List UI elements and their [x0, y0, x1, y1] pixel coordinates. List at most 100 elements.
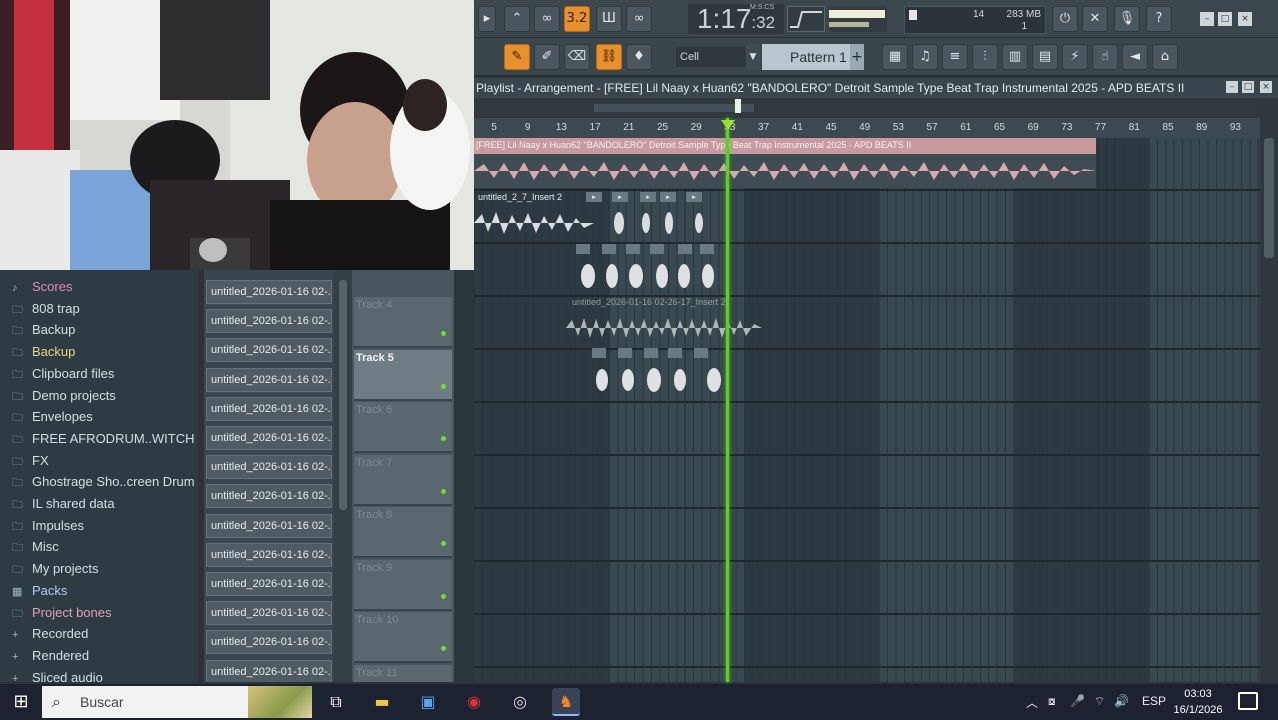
browser-folder-item[interactable]: 🗀 IL shared data — [12, 493, 115, 514]
file-item[interactable]: untitled_2026-01-16 02-... — [206, 572, 332, 596]
playlist-vertical-scrollbar[interactable] — [1260, 98, 1278, 682]
store-icon[interactable]: ▣ — [414, 688, 442, 716]
long-clip-waveform[interactable] — [566, 310, 762, 346]
browser-folder-item[interactable]: 🗀 Clipboard files — [12, 363, 114, 384]
online-icon[interactable]: ⏻ — [1052, 6, 1078, 32]
pattern-dropdown-arrow[interactable]: ▼ — [746, 44, 760, 70]
obs-icon[interactable]: ◎ — [506, 688, 534, 716]
file-item[interactable]: untitled_2026-01-16 02-... — [206, 338, 332, 363]
browser-folder-item[interactable]: 🗀 Ghostrage Sho..creen Drum Kit — [12, 471, 198, 492]
pattern-selector[interactable]: Pattern 1 — [762, 44, 852, 70]
browser-folder-item[interactable]: 🗀 Backup — [12, 341, 75, 362]
wait-input-button[interactable]: ∞ — [534, 6, 560, 32]
song-position-marker[interactable] — [735, 99, 741, 113]
link-tool-button[interactable]: ⛓ — [596, 44, 622, 70]
clip-marker[interactable]: ▸ — [640, 192, 656, 202]
plugin-icon[interactable]: ⚡ — [1062, 44, 1088, 70]
file-item[interactable]: untitled_2026-01-16 02-... — [206, 513, 332, 538]
track-header[interactable]: Track 7 — [354, 454, 452, 506]
track-header[interactable]: Track 11 — [354, 664, 452, 682]
minimize-icon[interactable]: – — [1200, 12, 1214, 26]
chop-clips-row-5[interactable] — [590, 348, 724, 396]
playhead[interactable] — [726, 118, 729, 682]
draw-tool-button[interactable]: ✎ — [504, 44, 530, 70]
snap-select[interactable]: Cell — [676, 47, 746, 67]
track-enable-led[interactable] — [441, 541, 446, 546]
track-enable-led[interactable] — [441, 331, 446, 336]
tempo-mode-button[interactable]: 3.2 — [564, 6, 590, 32]
clip-marker[interactable]: ▸ — [686, 192, 702, 202]
playhead-marker-icon[interactable] — [721, 120, 735, 130]
file-item[interactable]: untitled_2026-01-16 02-... — [206, 601, 332, 626]
file-list-scrollbar[interactable] — [334, 270, 352, 682]
touch-icon[interactable]: ☝ — [1092, 44, 1118, 70]
stamp-tool-button[interactable]: ♦ — [626, 44, 652, 70]
file-item[interactable]: untitled_2026-01-16 02-... — [206, 426, 332, 450]
tray-volume-icon[interactable]: 🔊 — [1114, 694, 1129, 708]
metronome-button[interactable]: ⌃ — [504, 6, 530, 32]
track-enable-led[interactable] — [441, 593, 446, 599]
track-header[interactable]: Track 10 — [354, 612, 452, 663]
file-item[interactable]: untitled_2026-01-16 02-... — [206, 630, 332, 655]
file-item[interactable]: untitled_2026-01-16 02-... — [206, 484, 332, 509]
file-item[interactable]: untitled_2026-01-16 02-... — [206, 396, 332, 421]
channel-rack-icon[interactable]: ≡ — [942, 44, 968, 70]
browser-folder-item[interactable]: + Sliced audio — [12, 667, 103, 682]
file-item[interactable]: untitled_2026-01-16 02-... — [206, 280, 332, 304]
taskbar-clock[interactable]: 03:03 16/1/2026 — [1172, 686, 1224, 718]
piano-roll-icon[interactable]: ♫ — [912, 44, 938, 70]
browser-folder-item[interactable]: 🗀 Envelopes — [12, 406, 93, 427]
opera-icon[interactable]: ◉ — [460, 688, 488, 716]
master-volume-meter[interactable] — [829, 6, 887, 32]
browser-icon[interactable]: ▤ — [1032, 44, 1058, 70]
time-ruler[interactable]: 5 9 13 17 21 25 29 33 37 41 45 49 53 57 61 65 69 73 77 81 85… — [474, 118, 1260, 138]
browser-folder-item[interactable]: ▦ Packs — [12, 580, 67, 601]
playlist-maximize-icon[interactable]: □ — [1242, 81, 1254, 93]
mixer-icon[interactable]: ⫶ — [972, 44, 998, 70]
file-item[interactable]: untitled_2026-01-16 02-... — [206, 542, 332, 567]
browser-folder-item[interactable]: 🗀 FX — [12, 450, 49, 471]
playlist-title-bar[interactable]: Playlist - Arrangement - [FREE] Lil Naay… — [474, 78, 1278, 98]
insert-clip-waveform[interactable] — [474, 206, 714, 240]
browser-folder-item[interactable]: + Rendered — [12, 645, 89, 666]
browser-folder-item[interactable]: + Recorded — [12, 623, 88, 644]
playlist-icon[interactable]: ▦ — [882, 44, 908, 70]
clip-marker[interactable]: ▸ — [586, 192, 602, 202]
track-header[interactable]: Track 5 — [354, 349, 452, 401]
taskbar-search[interactable]: ⌕ Buscar — [42, 686, 312, 718]
track-header[interactable]: Track 4 — [354, 297, 452, 348]
song-mode-toggle[interactable]: ▸ — [478, 6, 496, 32]
track-enable-led[interactable] — [441, 436, 446, 441]
file-item[interactable]: untitled_2026-01-16 02-... — [206, 367, 332, 392]
tray-mic-icon[interactable]: 🎤 — [1070, 694, 1085, 708]
language-indicator[interactable]: ESP — [1142, 694, 1166, 708]
file-explorer-icon[interactable]: ▬ — [368, 688, 396, 716]
add-pattern-button[interactable]: + — [850, 44, 864, 70]
paint-tool-button[interactable]: ✐ — [534, 44, 560, 70]
track-header[interactable]: Track 6 — [354, 402, 452, 453]
tray-wifi-icon[interactable]: ⌔ — [1094, 694, 1105, 709]
fl-studio-icon[interactable]: ♞ — [552, 688, 580, 716]
file-item[interactable]: untitled_2026-01-16 02-... — [206, 659, 332, 682]
audio-clip-header[interactable]: [FREE] Lil Naay x Huan62 "BANDOLERO" Det… — [474, 138, 1096, 154]
track-header[interactable]: Track 9 — [354, 559, 452, 611]
browser-folder-item[interactable]: 🗀 Misc — [12, 536, 59, 557]
clip-marker[interactable]: ▸ — [660, 192, 676, 202]
delete-tool-button[interactable]: ⌫ — [564, 44, 590, 70]
cart-icon[interactable]: ⌂ — [1152, 44, 1178, 70]
loop-record-button[interactable]: ∞ — [626, 6, 652, 32]
browser-folder-item[interactable]: 🗀 Demo projects — [12, 385, 116, 406]
audio-clip-waveform[interactable] — [474, 154, 1096, 188]
chop-clips-row-3[interactable] — [574, 244, 718, 292]
playlist-minimize-icon[interactable]: – — [1226, 81, 1238, 93]
speaker-icon[interactable]: ◄ — [1122, 44, 1148, 70]
browser-folder-item[interactable]: 🗀 FREE AFRODRUM..WITCH VIBEZ — [12, 428, 198, 449]
step-edit-button[interactable]: Ш — [596, 6, 622, 32]
playlist-close-icon[interactable]: × — [1260, 81, 1272, 93]
track-enable-led[interactable] — [441, 646, 446, 651]
file-item[interactable]: untitled_2026-01-16 02-... — [206, 309, 332, 334]
browser-folder-item[interactable]: ♪ Scores — [12, 276, 72, 297]
browser-folder-item[interactable]: 🗀 Backup — [12, 319, 75, 340]
playlist-overview-scroll[interactable] — [474, 98, 1260, 118]
clip-marker[interactable]: ▸ — [612, 192, 628, 202]
